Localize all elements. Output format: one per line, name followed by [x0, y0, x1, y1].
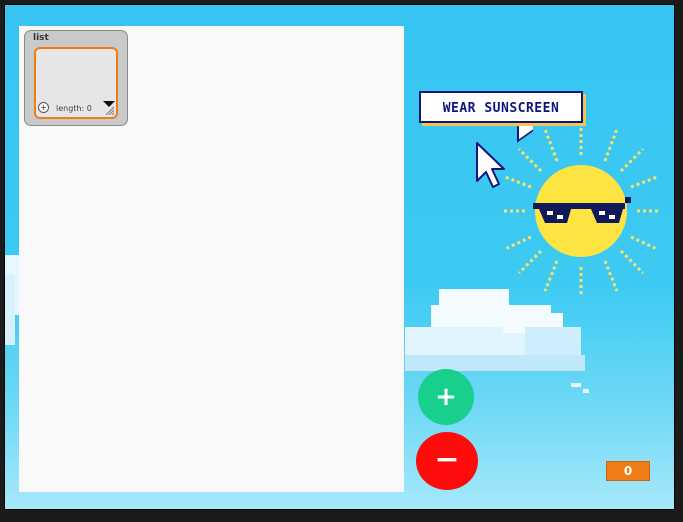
add-item-icon[interactable]: +	[38, 102, 49, 113]
speech-bubble-text: WEAR SUNSCREEN	[442, 101, 560, 116]
list-monitor-body: + length: 0	[34, 47, 118, 119]
dropdown-arrow-icon[interactable]	[103, 101, 115, 107]
speech-bubble: WEAR SUNSCREEN	[419, 91, 583, 123]
cloud-icon	[5, 255, 19, 345]
mouse-cursor-icon	[476, 142, 505, 188]
sun-with-sunglasses-icon	[503, 120, 661, 295]
list-monitor[interactable]: list + length: 0	[24, 30, 128, 126]
stage[interactable]: list + length: 0 WEAR SUNSCREEN + − 0	[4, 4, 675, 510]
minus-button[interactable]: −	[416, 432, 478, 490]
list-monitor-title: list	[33, 33, 49, 43]
list-length: length: 0	[56, 104, 92, 113]
counter-monitor: 0	[606, 461, 650, 481]
plus-button[interactable]: +	[418, 369, 474, 425]
